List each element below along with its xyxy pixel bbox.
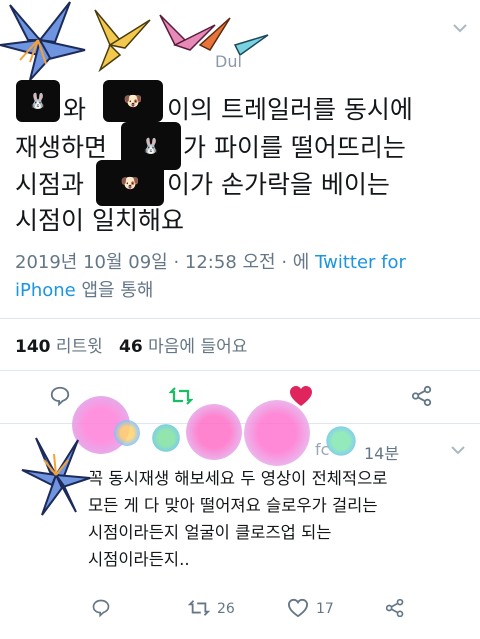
censor-box: 🐶 — [103, 80, 163, 122]
share-icon — [385, 598, 404, 618]
reply-like-count: 17 — [316, 601, 334, 617]
chevron-down-icon[interactable] — [450, 444, 466, 456]
reply-button[interactable] — [45, 381, 75, 411]
chevron-down-icon[interactable] — [452, 22, 468, 34]
header-handle: Dul — [215, 52, 242, 71]
tweet-line-2a: 재생하면 — [15, 133, 108, 162]
reply-time: 14분 — [364, 444, 400, 463]
reply-retweet-count: 26 — [217, 601, 235, 617]
tweet-stats: 140 리트윗 46 마음에 들어요 — [15, 332, 247, 357]
like-stat[interactable]: 46 마음에 들어요 — [119, 337, 247, 357]
retweet-button[interactable] — [166, 381, 196, 411]
dog-emoji: 🐶 — [120, 174, 140, 192]
censor-blob — [150, 422, 182, 454]
retweet-icon — [169, 387, 193, 405]
censor-box: 🐶 — [96, 160, 164, 206]
share-icon — [411, 385, 432, 407]
reply-avatar[interactable] — [20, 430, 92, 520]
censor-blob — [186, 404, 242, 460]
tweet-line-2b: 가 파이를 떨어뜨리는 — [183, 133, 406, 162]
tweet-timestamp-line: 2019년 10월 09일 · 12:58 오전 · 에 Twitter for — [15, 249, 406, 277]
censor-blob — [244, 400, 310, 466]
retweet-label: 리트윗 — [55, 337, 103, 357]
tweet-line-3a: 시점과 — [15, 170, 85, 199]
tweet-line-4: 시점이 일치해요 — [15, 206, 184, 235]
reply-line-3: 시점이라든지 얼굴이 클로즈업 되는 — [88, 523, 332, 542]
reply-retweet-button[interactable] — [184, 593, 214, 623]
reply-reply-button[interactable] — [86, 593, 116, 623]
heart-outline-icon — [287, 598, 309, 618]
like-count: 46 — [119, 337, 143, 357]
retweet-count: 140 — [15, 337, 51, 357]
retweet-stat[interactable]: 140 리트윗 — [15, 337, 103, 357]
share-button[interactable] — [407, 381, 437, 411]
reply-line-4: 시점이라든지.. — [88, 550, 190, 569]
dog-emoji: 🐶 — [123, 92, 143, 110]
tweet-line-1b: 이의 트레일러를 동시에 — [167, 95, 413, 124]
reply-like-button[interactable] — [283, 593, 313, 623]
tweet-timestamp: 2019년 10월 09일 · 12:58 오전 · 에 — [15, 252, 310, 273]
rabbit-emoji: 🐰 — [141, 137, 161, 155]
reply-share-button[interactable] — [380, 593, 410, 623]
comment-icon — [92, 599, 110, 618]
tweet-source-link[interactable]: Twitter for — [315, 252, 406, 273]
reply-line-2: 모든 게 다 맞아 떨어져요 슬로우가 걸리는 — [88, 496, 378, 515]
censor-blob — [112, 418, 142, 448]
rabbit-emoji: 🐰 — [28, 92, 48, 110]
tweet-line-1a: 와 — [63, 95, 87, 124]
comment-icon — [50, 386, 70, 407]
reply-line-1: 꼭 동시재생 해보세요 두 영상이 전체적으로 — [88, 469, 388, 488]
tweet-source-link-2[interactable]: iPhone — [15, 280, 76, 301]
tweet-line-3b: 이가 손가락을 베이는 — [167, 170, 390, 199]
retweet-icon — [188, 600, 210, 616]
tweet-source-suffix: 앱을 통해 — [81, 280, 154, 301]
divider — [0, 318, 480, 319]
tweet-source-line: iPhone 앱을 통해 — [15, 277, 153, 305]
censor-box: 🐰 — [16, 80, 60, 122]
reply-name-fragment: fc — [315, 440, 330, 459]
divider — [0, 370, 480, 371]
like-label: 마음에 들어요 — [148, 337, 248, 357]
